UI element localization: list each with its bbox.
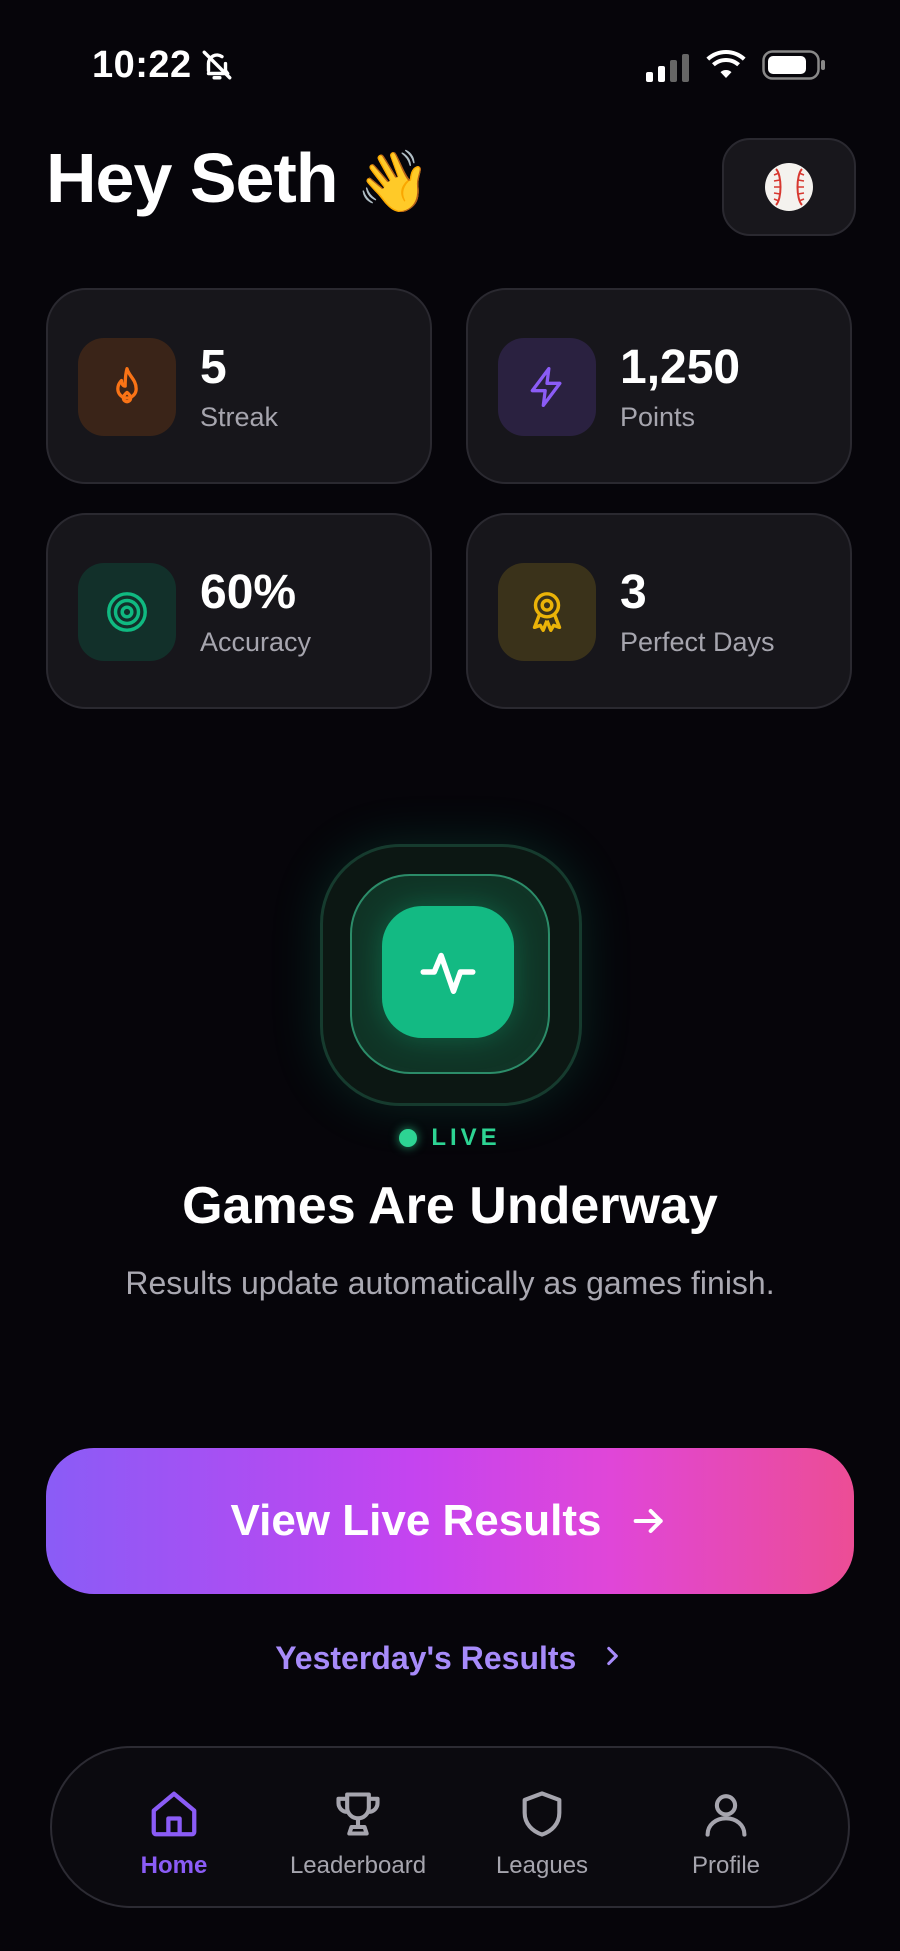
- live-title: Games Are Underway: [182, 1177, 718, 1235]
- stat-card-streak: 5 Streak: [46, 288, 432, 484]
- chevron-right-icon: [599, 1643, 625, 1674]
- tab-leagues[interactable]: Leagues: [452, 1786, 632, 1880]
- yesterdays-results-link[interactable]: Yesterday's Results: [0, 1640, 900, 1677]
- tab-home[interactable]: Home: [84, 1786, 264, 1880]
- status-time: 10:22: [92, 44, 192, 86]
- bell-muted-icon: [200, 48, 234, 87]
- live-status-emblem: [320, 844, 582, 1106]
- cellular-signal-icon: [646, 54, 690, 87]
- lightning-icon: [498, 338, 596, 436]
- target-icon: [78, 563, 176, 661]
- stat-label: Points: [620, 402, 696, 432]
- stat-card-points: 1,250 Points: [466, 288, 852, 484]
- flame-icon: [78, 338, 176, 436]
- award-ribbon-icon: [498, 563, 596, 661]
- wave-emoji-icon: 👋: [356, 148, 431, 215]
- person-icon: [636, 1786, 816, 1842]
- live-badge: LIVE: [0, 1124, 900, 1152]
- wifi-icon: [706, 48, 746, 85]
- avatar-button[interactable]: [722, 138, 856, 236]
- baseball-icon: [765, 163, 813, 211]
- tab-label: Leagues: [495, 1852, 589, 1879]
- stat-value: 3: [620, 566, 647, 619]
- tab-bar: Home Leaderboard Leagues Profile: [50, 1746, 850, 1908]
- page-title: Hey Seth 👋: [46, 138, 431, 218]
- live-subtitle: Results update automatically as games fi…: [125, 1265, 775, 1301]
- status-bar: 10:22: [0, 40, 900, 90]
- tab-label: Profile: [691, 1852, 761, 1879]
- tab-label: Home: [140, 1852, 208, 1879]
- trophy-icon: [268, 1786, 448, 1842]
- shield-icon: [452, 1786, 632, 1842]
- stat-card-accuracy: 60% Accuracy: [46, 513, 432, 709]
- stat-label: Streak: [200, 402, 279, 432]
- stat-label: Perfect Days: [620, 627, 775, 657]
- yesterdays-results-label: Yesterday's Results: [275, 1640, 577, 1676]
- battery-icon: [762, 50, 826, 85]
- tab-leaderboard[interactable]: Leaderboard: [268, 1786, 448, 1880]
- greeting-text: Hey Seth: [46, 139, 339, 217]
- tab-profile[interactable]: Profile: [636, 1786, 816, 1880]
- live-badge-label: LIVE: [431, 1124, 501, 1151]
- tab-label: Leaderboard: [289, 1852, 427, 1879]
- activity-pulse-icon: [382, 906, 514, 1038]
- stat-value: 60%: [200, 566, 297, 619]
- stat-card-perfect-days: 3 Perfect Days: [466, 513, 852, 709]
- stat-value: 1,250: [620, 341, 741, 394]
- cta-label: View Live Results: [230, 1496, 602, 1545]
- home-icon: [84, 1786, 264, 1842]
- live-indicator-dot: [399, 1129, 418, 1147]
- stat-label: Accuracy: [200, 627, 312, 657]
- view-live-results-button[interactable]: View Live Results: [46, 1448, 854, 1594]
- arrow-right-icon: [634, 1509, 664, 1533]
- stat-value: 5: [200, 341, 227, 394]
